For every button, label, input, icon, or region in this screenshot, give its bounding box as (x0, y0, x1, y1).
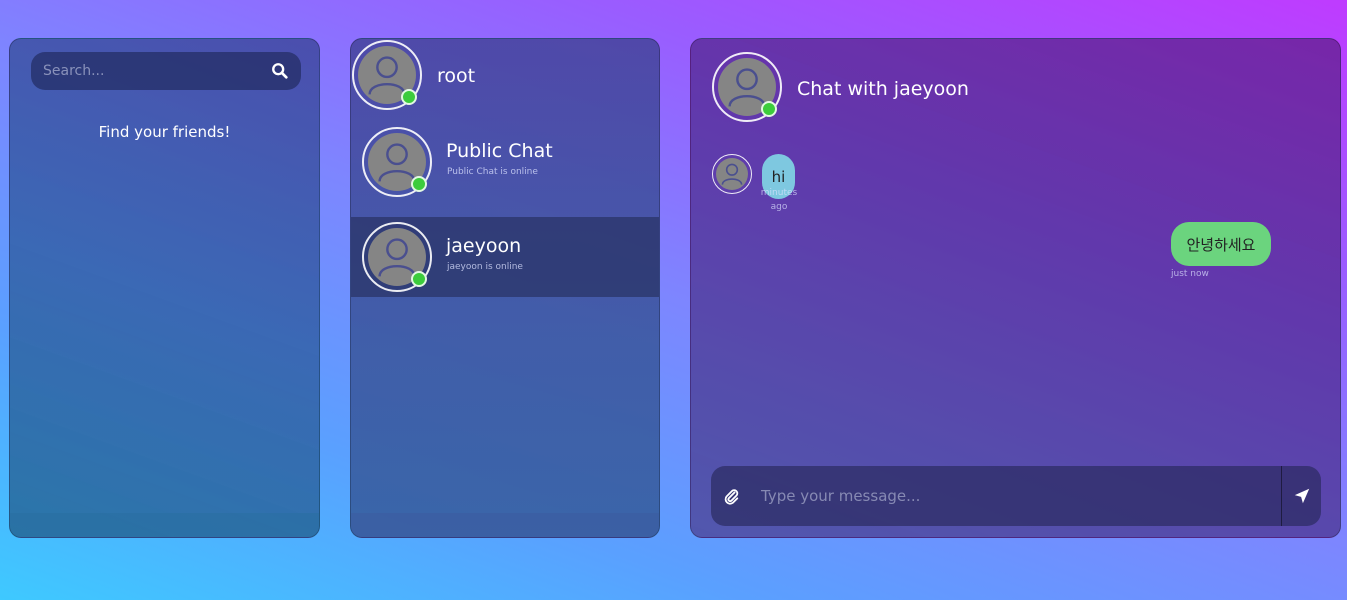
search-input[interactable] (43, 63, 271, 79)
chat-title: Chat with jaeyoon (797, 78, 969, 100)
online-indicator (411, 271, 427, 287)
message-composer (711, 466, 1321, 526)
paperclip-icon[interactable] (711, 466, 751, 526)
find-friends-text: Find your friends! (98, 123, 231, 141)
chat-header: Chat with jaeyoon (691, 39, 1340, 134)
search-icon[interactable] (271, 62, 289, 80)
contact-status: jaeyoon is online (447, 262, 523, 272)
panel-footer (10, 513, 319, 537)
message-time: just now (1171, 269, 1209, 279)
paper-plane-icon (1294, 488, 1309, 504)
chat-panel: Chat with jaeyoon hi minutes ago 안녕하세요 j… (690, 38, 1341, 538)
contact-item-public-chat[interactable]: Public Chat Public Chat is online (351, 122, 659, 202)
current-user: root (351, 39, 659, 115)
search-box (31, 52, 301, 90)
online-indicator (761, 101, 777, 117)
avatar (362, 127, 432, 197)
friends-panel: Find your friends! (9, 38, 320, 538)
message-time: minutes ago (760, 188, 798, 212)
online-indicator (411, 176, 427, 192)
avatar (362, 222, 432, 292)
message-input[interactable] (751, 466, 1281, 526)
contacts-panel: root Public Chat Public Chat is online j… (350, 38, 660, 538)
contact-status: Public Chat is online (447, 167, 538, 177)
contact-name: jaeyoon (446, 235, 522, 257)
contact-name: Public Chat (446, 140, 553, 162)
avatar (712, 154, 752, 194)
send-button[interactable] (1281, 466, 1321, 526)
current-user-name: root (437, 65, 476, 87)
panel-footer (351, 513, 659, 537)
avatar[interactable] (712, 52, 782, 122)
user-icon (721, 163, 743, 185)
avatar[interactable] (352, 40, 422, 110)
contact-item-jaeyoon[interactable]: jaeyoon jaeyoon is online (351, 217, 659, 297)
online-indicator (401, 89, 417, 105)
message-list[interactable]: hi minutes ago 안녕하세요 just now (691, 139, 1340, 459)
message-bubble: 안녕하세요 (1171, 222, 1271, 266)
